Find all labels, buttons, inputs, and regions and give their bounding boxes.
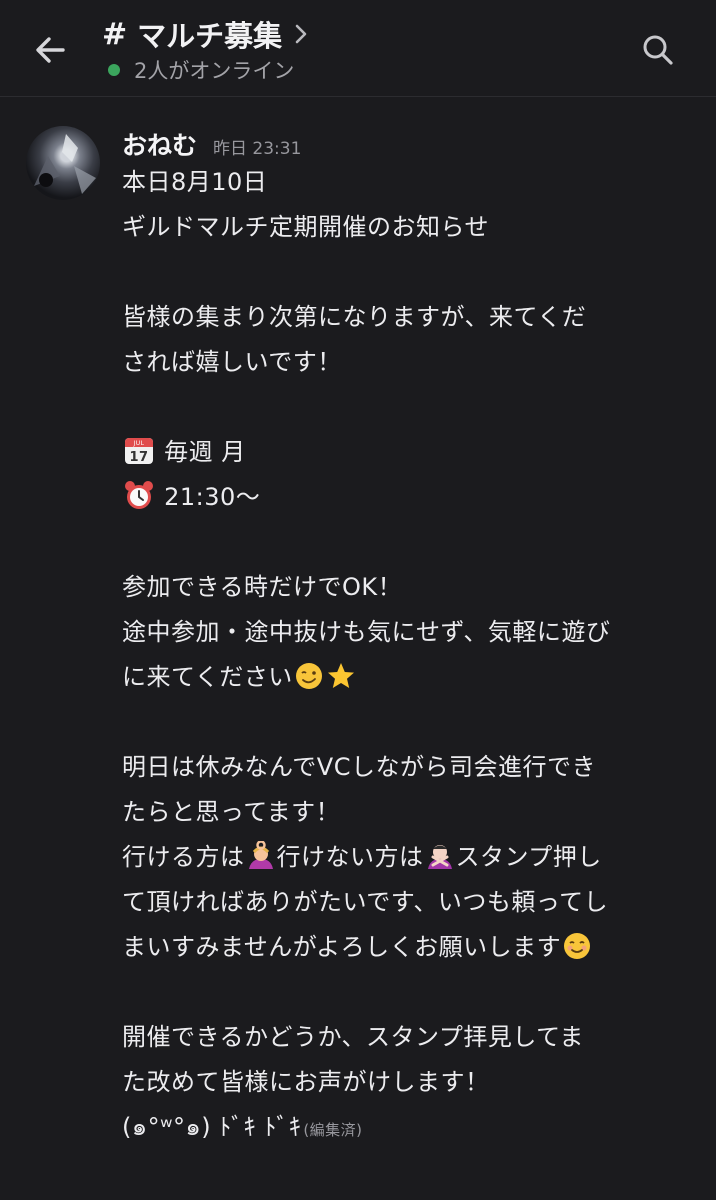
message-meta: おねむ 昨日 23:31 bbox=[122, 126, 301, 160]
message-text: 行けない方は bbox=[276, 843, 424, 871]
message-text: スタンプ押し bbox=[455, 843, 602, 871]
edited-label: (編集済) bbox=[303, 1121, 363, 1139]
calendar-emoji: JUL 17 bbox=[123, 434, 155, 481]
online-count: 2人がオンライン bbox=[134, 59, 295, 83]
message-line: (๑°ʷ°๑) ﾄﾞｷ ﾄﾞｷ (編集済) bbox=[122, 1105, 692, 1150]
alarm-clock-emoji bbox=[123, 479, 155, 526]
calendar-day: 17 bbox=[129, 450, 148, 465]
online-dot bbox=[108, 64, 120, 76]
back-arrow-icon bbox=[36, 37, 65, 63]
star-emoji bbox=[326, 661, 356, 706]
message-line: 明日は休みなんでVCしながら司会進行でき bbox=[122, 753, 596, 781]
calendar-month: JUL bbox=[132, 440, 144, 447]
message-line: 皆様の集まり次第になりますが、来てくだ bbox=[122, 303, 587, 331]
message-line: まいすみませんがよろしくお願いします bbox=[122, 925, 692, 970]
message-line: JUL 17 毎週 月 bbox=[122, 430, 692, 475]
message-text: 行ける方は bbox=[122, 843, 245, 871]
kaomoji-text: (๑°ʷ°๑) ﾄﾞｷ ﾄﾞｷ bbox=[122, 1113, 302, 1141]
message-line: に来てください bbox=[122, 655, 692, 700]
message-line: 行ける方は 行けない方は スタンプ押し bbox=[122, 835, 692, 880]
message-line: 参加できる時だけでOK！ bbox=[122, 573, 403, 601]
wink-emoji bbox=[294, 661, 324, 706]
message-text: に来てください bbox=[122, 663, 293, 691]
message-timestamp: 昨日 23:31 bbox=[213, 139, 302, 159]
message-line: 21:30〜 bbox=[122, 475, 692, 520]
message-line: 開催できるかどうか、スタンプ拝見してま bbox=[122, 1023, 584, 1051]
chevron-right-icon bbox=[294, 23, 308, 45]
message-line: されば嬉しいです！ bbox=[122, 348, 342, 376]
channel-header: # マルチ募集 2人がオンライン bbox=[0, 0, 716, 97]
smiling-emoji bbox=[562, 931, 592, 976]
channel-name: マルチ募集 bbox=[137, 19, 283, 53]
author-name[interactable]: おねむ bbox=[122, 126, 197, 162]
schedule-day: 毎週 月 bbox=[164, 438, 246, 466]
message-line: たらと思ってます！ bbox=[122, 798, 341, 826]
channel-hash: # bbox=[102, 16, 128, 52]
message-line: 本日8月10日 bbox=[122, 168, 268, 196]
online-status: 2人がオンライン bbox=[108, 56, 294, 84]
message-line: 途中参加・途中抜けも気にせず、気軽に遊び bbox=[122, 618, 611, 646]
back-button[interactable] bbox=[28, 28, 72, 72]
schedule-time: 21:30〜 bbox=[164, 483, 261, 511]
message-body: 本日8月10日 ギルドマルチ定期開催のお知らせ 皆様の集まり次第になりますが、来… bbox=[122, 160, 692, 1150]
search-icon bbox=[643, 35, 673, 65]
message-text: まいすみませんがよろしくお願いします bbox=[122, 933, 562, 961]
message-line: ギルドマルチ定期開催のお知らせ bbox=[122, 213, 490, 241]
search-button[interactable] bbox=[636, 28, 680, 72]
channel-title[interactable]: # マルチ募集 bbox=[102, 14, 308, 54]
message-line: て頂ければありがたいです、いつも頼ってし bbox=[122, 888, 609, 916]
message-line: た改めて皆様にお声がけします！ bbox=[122, 1068, 490, 1096]
avatar[interactable] bbox=[26, 126, 100, 200]
